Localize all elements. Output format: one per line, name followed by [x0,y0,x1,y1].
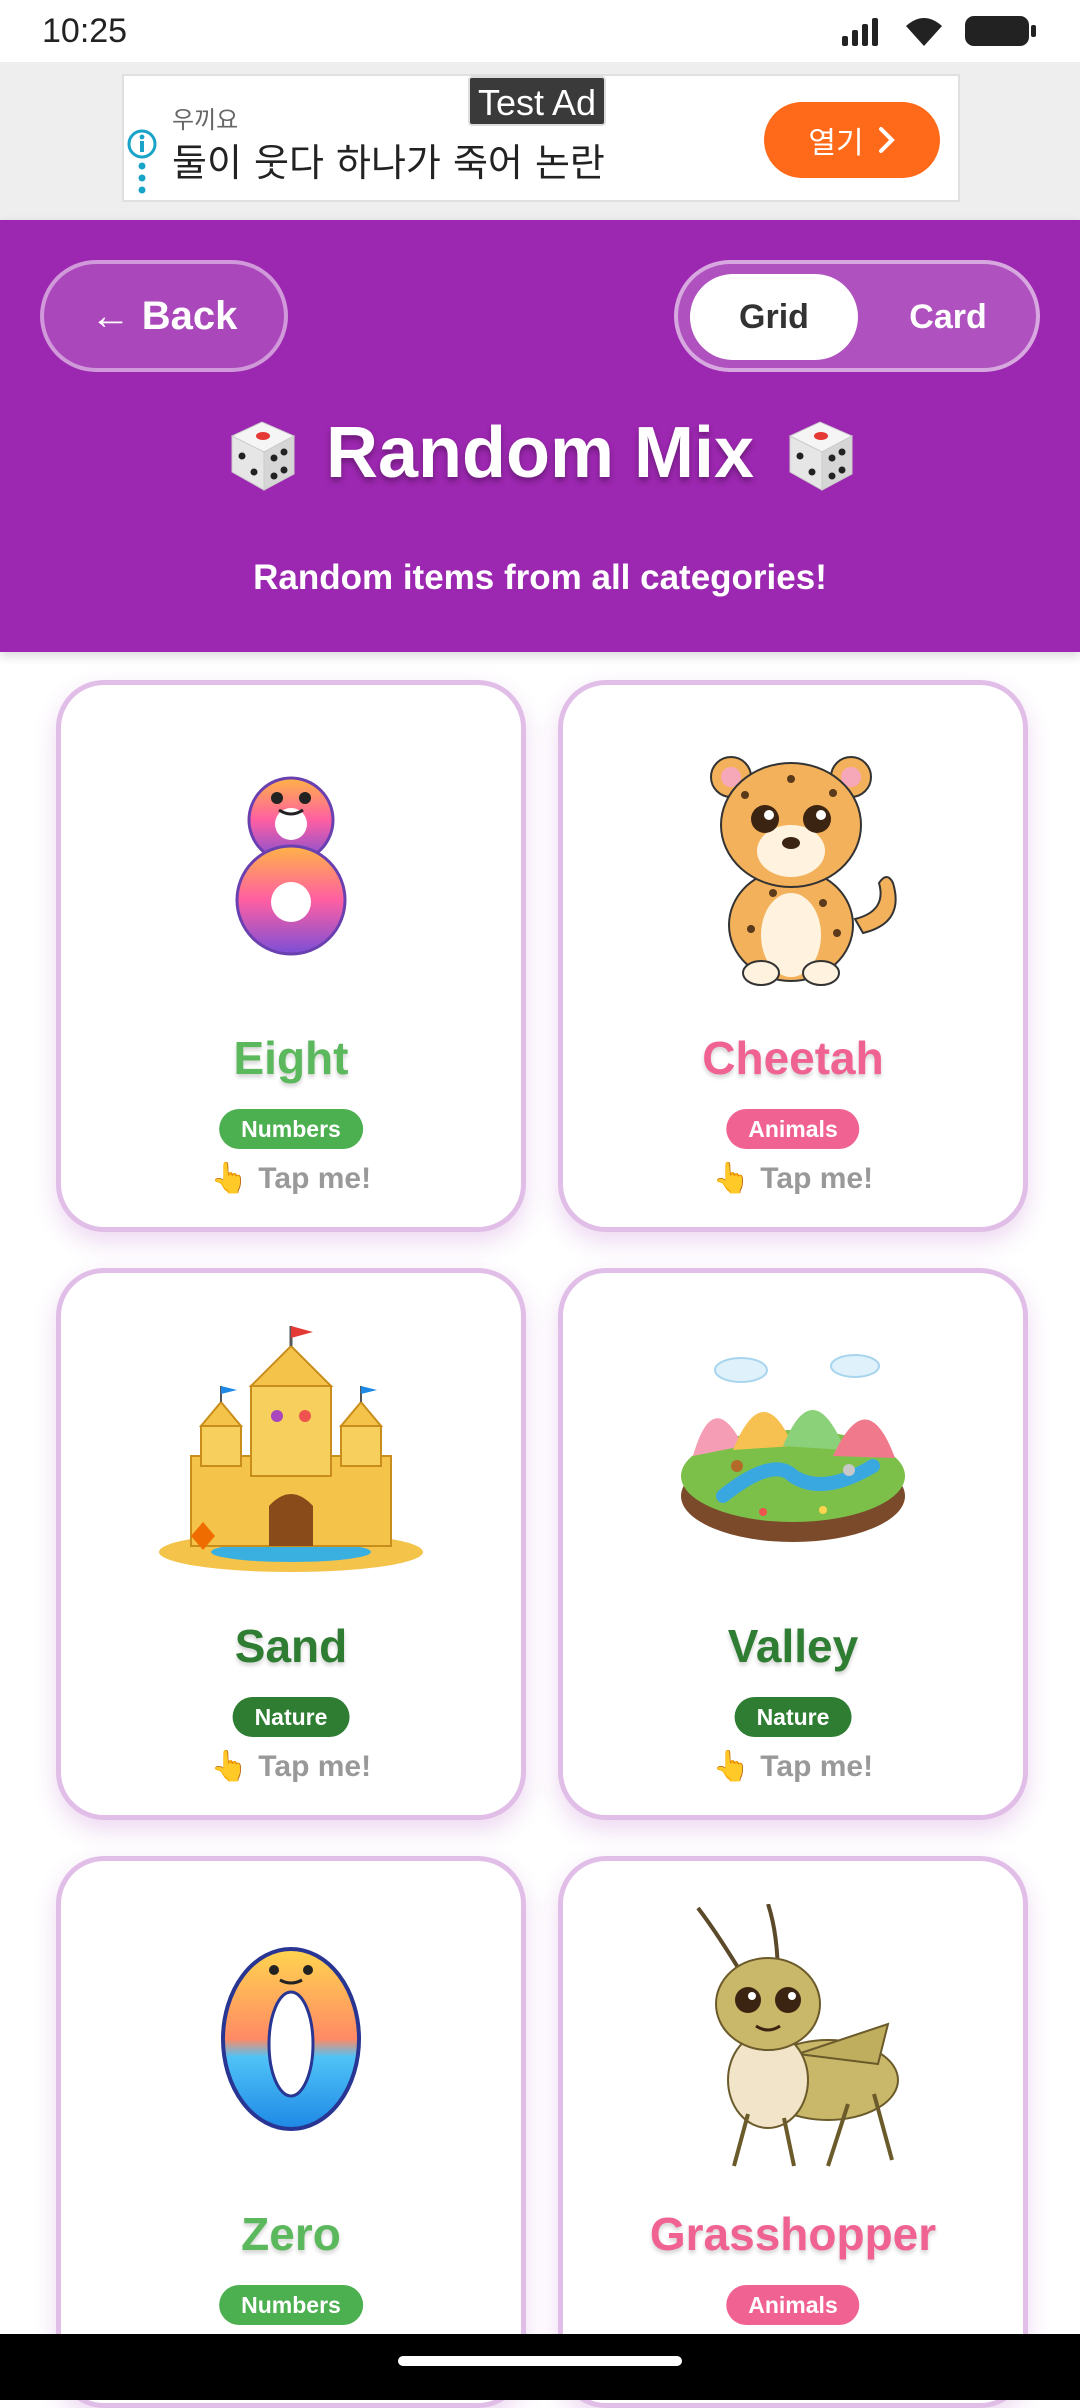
status-icons [840,14,1038,48]
item-card[interactable]: Zero Numbers 👆 Tap me! [56,1856,526,2408]
pointing-hand-icon: 👆 [712,1750,751,1783]
ad-info-icon[interactable] [126,128,158,198]
tap-hint: 👆 Tap me! [563,1161,1023,1196]
item-name: Sand [234,1620,348,1672]
item-card[interactable]: Eight Numbers 👆 Tap me! [56,680,526,1232]
tap-hint-label: Tap me! [760,1161,874,1195]
item-name: Valley [727,1620,859,1672]
tap-hint: 👆 Tap me! [563,1749,1023,1784]
tap-hint: 👆 Tap me! [61,1161,521,1196]
page-title-text: Random Mix [325,413,755,493]
page-title: Random Mix [0,410,1080,496]
status-bar: 10:25 [0,0,1080,62]
category-badge: Numbers [219,2285,363,2325]
number-zero-icon [141,1899,441,2179]
item-name: Cheetah [702,1032,884,1084]
category-badge: Animals [726,2285,860,2325]
category-badge: Numbers [219,1109,363,1149]
wifi-icon [906,18,942,46]
navigation-bar [0,2334,1080,2400]
valley-icon [643,1311,943,1591]
page-header: ← Back Grid Card Random Mix Random items… [0,220,1080,652]
page-subtitle: Random items from all categories! [253,558,827,597]
toggle-grid-button[interactable]: Grid [690,274,858,360]
ad-advertiser: 우끼요 [172,107,239,134]
battery-icon [965,16,1036,46]
item-card[interactable]: Cheetah Animals 👆 Tap me! [558,680,1028,1232]
cheetah-icon [643,723,943,1003]
item-name: Eight [233,1032,349,1084]
category-badge: Nature [734,1697,852,1737]
tap-hint-label: Tap me! [760,1749,874,1783]
category-badge: Animals [726,1109,860,1149]
tap-hint-label: Tap me! [258,1749,372,1783]
sand-castle-icon [141,1311,441,1591]
ad-headline[interactable]: 둘이 웃다 하나가 죽어 논란 [172,132,605,187]
dice-icon [230,421,296,491]
dice-icon [788,421,854,491]
item-name: Zero [241,2208,341,2260]
number-eight-icon [141,723,441,1003]
item-card[interactable]: Sand Nature 👆 Tap me! [56,1268,526,1820]
item-card[interactable]: Valley Nature 👆 Tap me! [558,1268,1028,1820]
ad-open-label: 열기 [808,126,864,161]
tap-hint-label: Tap me! [258,1161,372,1195]
signal-icon [842,18,878,46]
pointing-hand-icon: 👆 [210,1750,249,1783]
grasshopper-icon [643,1899,943,2179]
back-button[interactable]: ← Back [40,260,288,372]
ad-test-label: Test Ad [468,76,607,126]
toggle-card-button[interactable]: Card [868,274,1028,360]
tap-hint: 👆 Tap me! [61,1749,521,1784]
item-name: Grasshopper [649,2208,937,2260]
view-toggle: Grid Card [674,260,1040,372]
pointing-hand-icon: 👆 [210,1162,249,1195]
item-card[interactable]: Grasshopper Animals 👆 Tap me! [558,1856,1028,2408]
home-gesture-handle[interactable] [398,2356,682,2366]
chevron-right-icon [878,127,895,153]
ad-open-button[interactable]: 열기 [764,102,940,178]
status-time: 10:25 [42,11,128,50]
category-badge: Nature [232,1697,350,1737]
pointing-hand-icon: 👆 [712,1162,751,1195]
